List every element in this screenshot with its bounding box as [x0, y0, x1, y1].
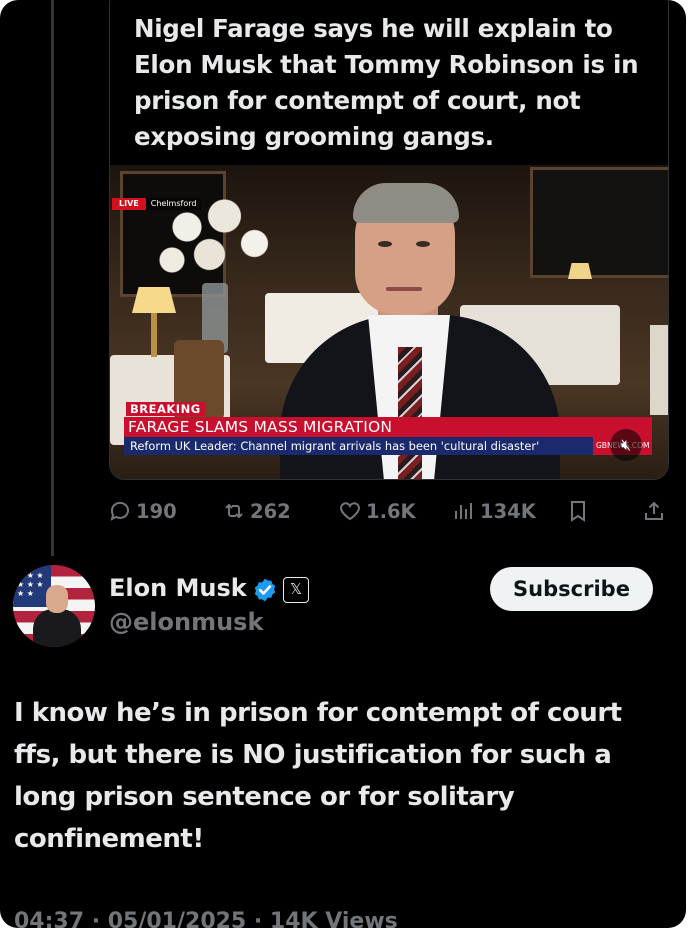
post-text: I know he’s in prison for contempt of co… — [14, 698, 622, 854]
analytics-icon — [455, 503, 472, 519]
speaker-muted-icon: 🔇︎ — [620, 435, 632, 454]
speaker-eye — [416, 241, 430, 247]
news-subline: Reform UK Leader: Channel migrant arriva… — [130, 439, 540, 453]
repost-count: 262 — [250, 499, 291, 523]
reply-button[interactable]: 190 — [108, 496, 177, 526]
verified-badge-icon — [254, 578, 276, 602]
scene-table — [650, 325, 668, 415]
speaker-hair — [353, 183, 459, 223]
like-button[interactable]: 1.6K — [338, 496, 416, 526]
breaking-label: BREAKING — [126, 402, 205, 416]
post-meta[interactable]: 04:37 · 05/01/2025 · 14K Views — [14, 909, 398, 928]
scene-window — [530, 167, 668, 278]
avatar[interactable]: ★ ★ ★ ★ ★ ★ ★ ★ — [13, 565, 95, 647]
heart-icon — [340, 502, 360, 521]
action-bar: 190 262 1.6K 134K — [108, 496, 668, 526]
reply-icon — [110, 501, 129, 521]
author-name[interactable]: Elon Musk — [109, 574, 247, 602]
like-count: 1.6K — [366, 499, 416, 523]
repost-icon — [225, 503, 243, 519]
video-player[interactable]: LIVE Chelmsford BREAKING FARAGE SLAMS MA… — [110, 165, 668, 479]
flag-stars-icon: ★ ★ ★ ★ ★ ★ ★ ★ — [17, 571, 44, 598]
live-label: LIVE — [112, 198, 146, 210]
live-tag: LIVE Chelmsford — [112, 198, 202, 210]
x-affiliate-icon: 𝕏 — [283, 577, 309, 603]
location-label: Chelmsford — [145, 198, 202, 210]
share-button[interactable] — [642, 496, 670, 526]
mute-button[interactable]: 🔇︎ — [610, 429, 642, 461]
views-count: 134K — [480, 499, 536, 523]
scene-lamp — [568, 263, 592, 279]
scene-lamp-stand — [151, 313, 157, 357]
scene-lamp — [132, 287, 176, 313]
bookmark-button[interactable] — [566, 496, 594, 526]
views-button[interactable]: 134K — [452, 496, 536, 526]
news-headline: FARAGE SLAMS MASS MIGRATION — [128, 418, 393, 436]
reply-count: 190 — [136, 499, 177, 523]
avatar-body — [33, 609, 81, 647]
author-handle[interactable]: @elonmusk — [109, 608, 263, 636]
tweet-screenshot: Nigel Farage says he will explain to Elo… — [0, 0, 686, 928]
bookmark-icon — [571, 501, 585, 522]
quoted-post-text: Nigel Farage says he will explain to Elo… — [134, 14, 639, 151]
share-icon — [645, 501, 663, 520]
speaker-eye — [378, 241, 392, 247]
speaker-mouth — [386, 287, 422, 291]
speaker-tie — [398, 347, 422, 479]
quoted-post-card[interactable]: Nigel Farage says he will explain to Elo… — [109, 0, 669, 480]
thread-line — [51, 0, 54, 556]
avatar-face — [46, 585, 68, 613]
subscribe-button[interactable]: Subscribe — [490, 567, 653, 611]
repost-button[interactable]: 262 — [222, 496, 291, 526]
